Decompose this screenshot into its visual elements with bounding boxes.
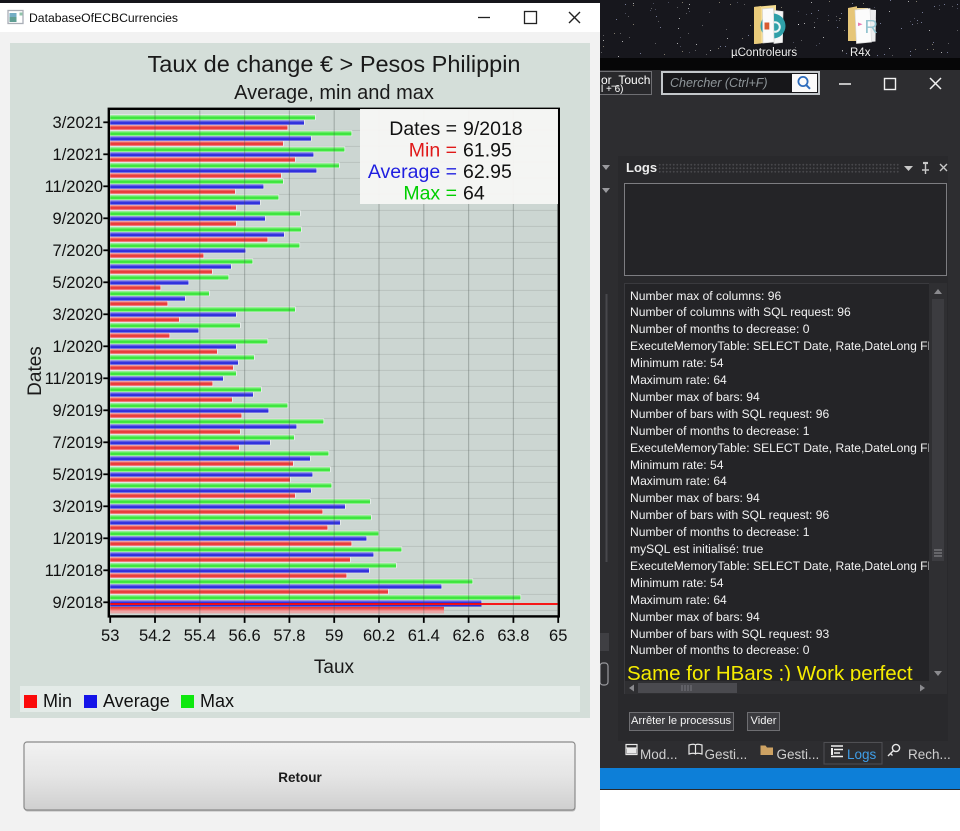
svg-text:59: 59 bbox=[325, 627, 343, 645]
svg-text:Taux: Taux bbox=[314, 657, 355, 678]
svg-text:57.8: 57.8 bbox=[273, 627, 305, 645]
svg-text:Max: Max bbox=[200, 691, 234, 711]
svg-text:11/2018: 11/2018 bbox=[45, 562, 103, 580]
svg-text:64: 64 bbox=[463, 183, 485, 205]
svg-text:Max =: Max = bbox=[403, 183, 457, 205]
svg-text:65: 65 bbox=[549, 627, 567, 645]
svg-text:11/2020: 11/2020 bbox=[45, 178, 103, 196]
svg-text:Average =: Average = bbox=[368, 161, 457, 183]
svg-text:1/2021: 1/2021 bbox=[53, 146, 103, 164]
svg-text:60.2: 60.2 bbox=[363, 627, 395, 645]
svg-text:54.2: 54.2 bbox=[139, 627, 171, 645]
svg-text:9/2020: 9/2020 bbox=[53, 210, 103, 228]
svg-text:5/2019: 5/2019 bbox=[53, 466, 103, 484]
svg-text:62.95: 62.95 bbox=[463, 161, 512, 183]
svg-text:5/2020: 5/2020 bbox=[53, 274, 103, 292]
svg-text:Retour: Retour bbox=[278, 770, 322, 785]
svg-text:53: 53 bbox=[101, 627, 119, 645]
svg-text:62.6: 62.6 bbox=[453, 627, 485, 645]
svg-text:3/2019: 3/2019 bbox=[53, 498, 103, 516]
svg-text:3/2021: 3/2021 bbox=[53, 114, 103, 132]
svg-text:55.4: 55.4 bbox=[184, 627, 216, 645]
svg-text:Min: Min bbox=[43, 691, 72, 711]
svg-text:Average: Average bbox=[103, 691, 170, 711]
svg-text:Dates: Dates bbox=[25, 346, 46, 396]
svg-text:9/2018: 9/2018 bbox=[53, 594, 103, 612]
svg-text:1/2020: 1/2020 bbox=[53, 338, 103, 356]
svg-text:Taux de change € > Pesos Phili: Taux de change € > Pesos Philippin bbox=[148, 51, 521, 77]
svg-text:Dates =: Dates = bbox=[389, 118, 457, 140]
svg-text:Average, min and max: Average, min and max bbox=[234, 82, 434, 104]
svg-text:63.8: 63.8 bbox=[497, 627, 529, 645]
svg-text:Min =: Min = bbox=[409, 139, 457, 161]
svg-text:11/2019: 11/2019 bbox=[45, 370, 103, 388]
svg-text:1/2019: 1/2019 bbox=[53, 530, 103, 548]
svg-text:9/2019: 9/2019 bbox=[53, 402, 103, 420]
svg-text:7/2019: 7/2019 bbox=[53, 434, 103, 452]
svg-text:R: R bbox=[865, 16, 878, 37]
svg-text:61.4: 61.4 bbox=[408, 627, 440, 645]
svg-text:56.6: 56.6 bbox=[229, 627, 261, 645]
svg-text:3/2020: 3/2020 bbox=[53, 306, 103, 324]
svg-text:7/2020: 7/2020 bbox=[53, 242, 103, 260]
svg-text:61.95: 61.95 bbox=[463, 139, 512, 161]
svg-text:9/2018: 9/2018 bbox=[463, 118, 523, 140]
